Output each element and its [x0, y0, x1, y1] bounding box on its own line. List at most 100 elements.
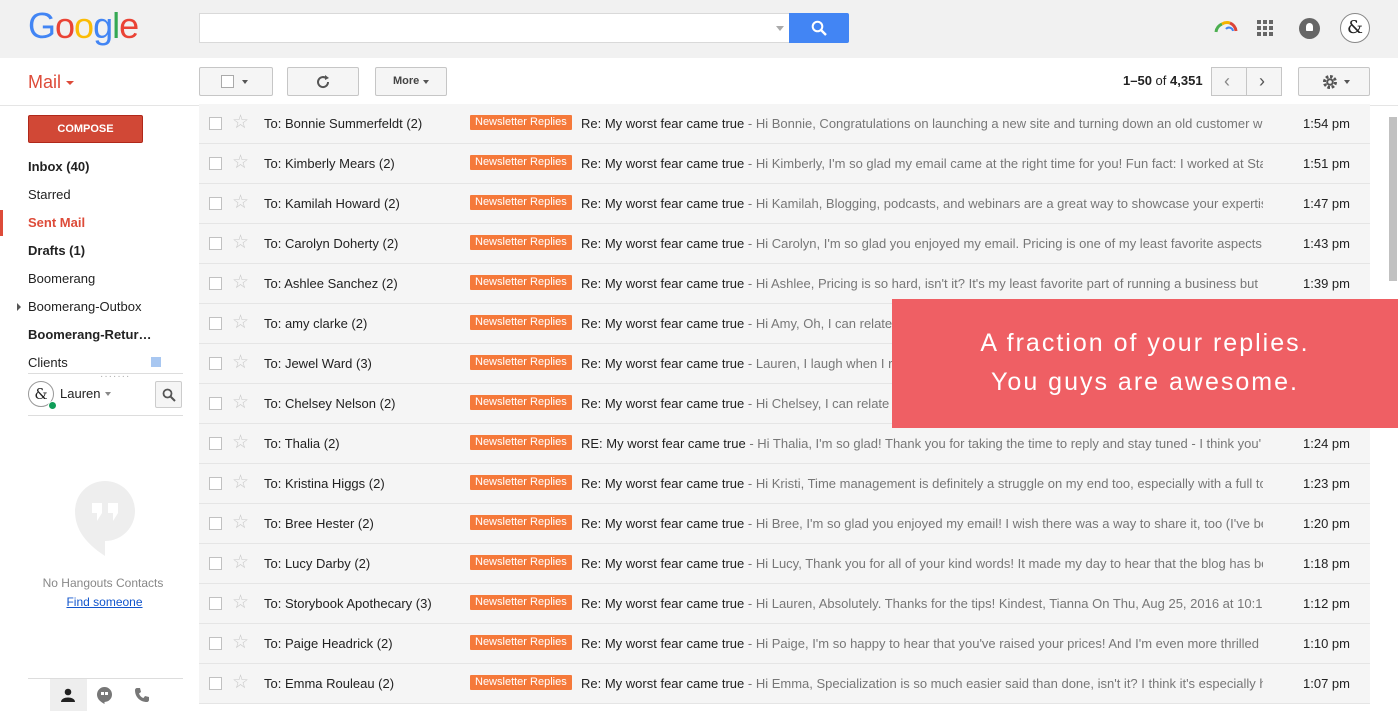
sidebar-item[interactable]: Boomerang	[28, 271, 95, 286]
refresh-button[interactable]	[287, 67, 359, 96]
email-label-badge[interactable]: Newsletter Replies	[470, 515, 572, 530]
star-icon[interactable]: ☆	[232, 552, 249, 574]
star-icon[interactable]: ☆	[232, 232, 249, 254]
email-label-badge[interactable]: Newsletter Replies	[470, 195, 572, 210]
email-label-badge[interactable]: Newsletter Replies	[470, 115, 572, 130]
email-label-badge[interactable]: Newsletter Replies	[470, 635, 572, 650]
row-checkbox[interactable]	[209, 317, 222, 330]
star-icon[interactable]: ☆	[232, 592, 249, 614]
row-checkbox[interactable]	[209, 157, 222, 170]
search-field[interactable]	[200, 14, 760, 40]
select-all-button[interactable]	[199, 67, 273, 96]
email-label-badge[interactable]: Newsletter Replies	[470, 595, 572, 610]
row-checkbox[interactable]	[209, 677, 222, 690]
email-label-badge[interactable]: Newsletter Replies	[470, 315, 572, 330]
logo-letter: o	[74, 5, 94, 46]
row-checkbox[interactable]	[209, 557, 222, 570]
hangouts-tab[interactable]	[87, 679, 124, 711]
email-subject-line: Re: My worst fear came true - Hi Bonnie,…	[581, 116, 1263, 131]
google-logo[interactable]: Google	[28, 5, 139, 46]
settings-button[interactable]	[1298, 67, 1370, 96]
row-checkbox[interactable]	[209, 437, 222, 450]
star-icon[interactable]: ☆	[232, 672, 249, 694]
phone-icon	[135, 688, 149, 702]
star-icon[interactable]: ☆	[232, 272, 249, 294]
search-options-caret-icon[interactable]	[776, 26, 784, 31]
email-row[interactable]: ☆ To: Carolyn Doherty (2) Newsletter Repli…	[199, 224, 1370, 264]
logo-letter: G	[28, 5, 56, 46]
row-checkbox[interactable]	[209, 397, 222, 410]
sidebar-item[interactable]: Boomerang-Outbox	[28, 299, 141, 314]
star-icon[interactable]: ☆	[232, 512, 249, 534]
star-icon[interactable]: ☆	[232, 192, 249, 214]
email-row[interactable]: ☆ To: Kimberly Mears (2) Newsletter Replie…	[199, 144, 1370, 184]
email-label-badge[interactable]: Newsletter Replies	[470, 555, 572, 570]
chevron-left-icon: ‹	[1224, 71, 1230, 91]
row-checkbox[interactable]	[209, 477, 222, 490]
newer-button[interactable]: ‹	[1211, 67, 1247, 96]
row-checkbox[interactable]	[209, 197, 222, 210]
email-row[interactable]: ☆ To: Lucy Darby (2) Newsletter Replies Re:…	[199, 544, 1370, 584]
hangouts-icon	[75, 481, 135, 556]
star-icon[interactable]: ☆	[232, 632, 249, 654]
search-people-button[interactable]	[155, 381, 182, 408]
email-row[interactable]: ☆ To: Paige Headrick (2) Newsletter Replie…	[199, 624, 1370, 664]
row-checkbox[interactable]	[209, 597, 222, 610]
star-icon[interactable]: ☆	[232, 472, 249, 494]
mail-switcher[interactable]: Mail	[28, 72, 75, 93]
email-row[interactable]: ☆ To: Kamilah Howard (2) Newsletter Replie…	[199, 184, 1370, 224]
sidebar-item[interactable]: Boomerang-Retur…	[28, 327, 152, 342]
chevron-down-icon[interactable]	[105, 392, 111, 396]
search-input[interactable]	[199, 13, 791, 43]
row-checkbox[interactable]	[209, 357, 222, 370]
email-label-badge[interactable]: Newsletter Replies	[470, 435, 572, 450]
sidebar-item[interactable]: Drafts (1)	[28, 243, 85, 258]
email-time: 1:10 pm	[1303, 636, 1350, 651]
email-subject: RE: My worst fear came true	[581, 436, 746, 451]
star-icon[interactable]: ☆	[232, 392, 249, 414]
email-row[interactable]: ☆ To: Thalia (2) Newsletter Replies RE: My …	[199, 424, 1370, 464]
star-icon[interactable]: ☆	[232, 152, 249, 174]
row-checkbox[interactable]	[209, 637, 222, 650]
contacts-tab[interactable]	[50, 679, 87, 711]
sidebar-item[interactable]: Starred	[28, 187, 71, 202]
email-row[interactable]: ☆ To: Emma Rouleau (2) Newsletter Replies R…	[199, 664, 1370, 704]
email-label-badge[interactable]: Newsletter Replies	[470, 235, 572, 250]
email-row[interactable]: ☆ To: Bonnie Summerfeldt (2) Newsletter Re…	[199, 104, 1370, 144]
phone-tab[interactable]	[124, 679, 161, 711]
apps-grid-icon[interactable]	[1257, 20, 1273, 36]
star-icon[interactable]: ☆	[232, 432, 249, 454]
sidebar-item[interactable]: Sent Mail	[28, 215, 85, 230]
account-avatar-icon[interactable]: &	[1340, 13, 1370, 43]
sidebar-item[interactable]: Clients	[28, 355, 68, 370]
row-checkbox[interactable]	[209, 237, 222, 250]
scrollbar[interactable]	[1389, 117, 1397, 281]
more-button[interactable]: More	[375, 67, 447, 96]
notifications-icon[interactable]	[1299, 18, 1320, 39]
email-label-badge[interactable]: Newsletter Replies	[470, 155, 572, 170]
row-checkbox[interactable]	[209, 517, 222, 530]
row-checkbox[interactable]	[209, 117, 222, 130]
search-button[interactable]	[789, 13, 849, 43]
email-label-badge[interactable]: Newsletter Replies	[470, 475, 572, 490]
sidebar-item[interactable]: Inbox (40)	[28, 159, 89, 174]
email-row[interactable]: ☆ To: Kristina Higgs (2) Newsletter Replie…	[199, 464, 1370, 504]
email-label-badge[interactable]: Newsletter Replies	[470, 355, 572, 370]
older-button[interactable]: ›	[1246, 67, 1282, 96]
star-icon[interactable]: ☆	[232, 352, 249, 374]
email-row[interactable]: ☆ To: Storybook Apothecary (3) Newsletter …	[199, 584, 1370, 624]
expand-arrow-icon[interactable]	[17, 303, 21, 311]
email-row[interactable]: ☆ To: Bree Hester (2) Newsletter Replies Re…	[199, 504, 1370, 544]
find-someone-link[interactable]: Find someone	[28, 595, 181, 609]
email-sender: To: Kristina Higgs (2)	[264, 476, 385, 491]
email-label-badge[interactable]: Newsletter Replies	[470, 675, 572, 690]
email-row[interactable]: ☆ To: Ashlee Sanchez (2) Newsletter Replie…	[199, 264, 1370, 304]
email-label-badge[interactable]: Newsletter Replies	[470, 395, 572, 410]
boomerang-rainbow-icon[interactable]	[1214, 20, 1238, 34]
email-label-badge[interactable]: Newsletter Replies	[470, 275, 572, 290]
star-icon[interactable]: ☆	[232, 312, 249, 334]
row-checkbox[interactable]	[209, 277, 222, 290]
user-name[interactable]: Lauren	[60, 386, 100, 401]
compose-button[interactable]: COMPOSE	[28, 115, 143, 143]
star-icon[interactable]: ☆	[232, 112, 249, 134]
